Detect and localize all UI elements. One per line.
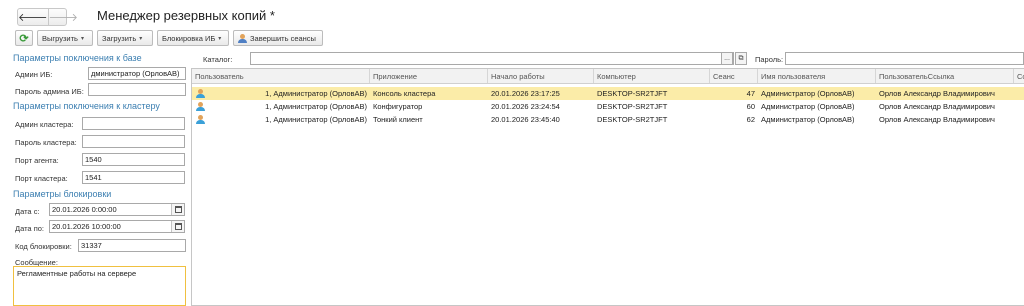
date-from-calendar-button[interactable] xyxy=(171,204,184,215)
users-icon xyxy=(238,33,247,43)
column-header-more[interactable]: Со xyxy=(1014,69,1024,83)
column-header-user-ref[interactable]: ПользовательСсылка xyxy=(876,69,1014,83)
right-panel: Каталог: ... ⧉ Пароль: Пользователь Прил… xyxy=(190,50,1024,306)
cell-session: 60 xyxy=(746,102,755,111)
toolbar: ⟳ Выгрузить ▾ Загрузить ▾ Блокировка ИБ … xyxy=(0,30,1024,48)
cell-user-ref: Орлов Александр Владимирович xyxy=(879,102,995,111)
date-to-calendar-button[interactable] xyxy=(171,221,184,232)
cell-user: 1, Администратор (ОрловАВ) xyxy=(265,89,367,98)
archive-password-label: Пароль: xyxy=(755,55,784,64)
message-textarea[interactable]: Регламентные работы на сервере xyxy=(13,266,186,306)
date-from-value: 20.01.2026 0:00:00 xyxy=(52,205,117,214)
cell-user-ref: Орлов Александр Владимирович xyxy=(879,115,995,124)
back-arrow-icon[interactable]: 🡐 xyxy=(18,9,49,25)
cluster-params-title: Параметры поключения к кластеру xyxy=(13,101,160,111)
end-sessions-label: Завершить сеансы xyxy=(250,33,316,43)
cell-user-ref: Орлов Александр Владимирович xyxy=(879,89,995,98)
catalog-select-button[interactable]: ... xyxy=(721,52,733,65)
cell-start: 20.01.2026 23:24:54 xyxy=(491,102,560,111)
db-password-label: Пароль админа ИБ: xyxy=(15,87,84,96)
date-to-label: Дата по: xyxy=(15,224,45,233)
cell-user: 1, Администратор (ОрловАВ) xyxy=(265,115,367,124)
end-sessions-button[interactable]: Завершить сеансы xyxy=(233,30,323,46)
left-panel: Параметры поключения к базе Админ ИБ: дм… xyxy=(0,50,190,306)
column-header-application[interactable]: Приложение xyxy=(370,69,488,83)
cell-computer: DESKTOP-SR2TJFT xyxy=(597,115,668,124)
date-from-label: Дата с: xyxy=(15,207,40,216)
cell-start: 20.01.2026 23:45:40 xyxy=(491,115,560,124)
cluster-password-label: Пароль кластера: xyxy=(15,138,77,147)
db-admin-label: Админ ИБ: xyxy=(15,70,53,79)
cell-user: 1, Администратор (ОрловАВ) xyxy=(265,102,367,111)
column-header-session[interactable]: Сеанс xyxy=(710,69,758,83)
sessions-table[interactable]: Пользователь Приложение Начало работы Ко… xyxy=(191,68,1024,306)
block-ib-label: Блокировка ИБ xyxy=(162,33,216,43)
export-label: Выгрузить xyxy=(42,33,78,43)
title-bar: 🡐 🡒 Менеджер резервных копий * xyxy=(0,0,1024,28)
db-password-input[interactable] xyxy=(88,83,186,96)
chevron-down-icon: ▾ xyxy=(139,35,143,42)
cluster-admin-input[interactable] xyxy=(82,117,185,130)
cell-computer: DESKTOP-SR2TJFT xyxy=(597,102,668,111)
export-button[interactable]: Выгрузить ▾ xyxy=(37,30,93,46)
db-admin-input[interactable]: дминистратор (ОрловАВ) xyxy=(88,67,186,80)
cluster-port-label: Порт кластера: xyxy=(15,174,68,183)
cell-username: Администратор (ОрловАВ) xyxy=(761,102,855,111)
forward-arrow-icon[interactable]: 🡒 xyxy=(49,9,79,25)
agent-port-label: Порт агента: xyxy=(15,156,59,165)
cell-application: Тонкий клиент xyxy=(373,115,423,124)
refresh-icon: ⟳ xyxy=(19,32,29,45)
cell-application: Консоль кластера xyxy=(373,89,436,98)
column-header-computer[interactable]: Компьютер xyxy=(594,69,710,83)
table-row[interactable]: 1, Администратор (ОрловАВ) Консоль класт… xyxy=(192,87,1024,100)
import-label: Загрузить xyxy=(102,33,137,43)
cell-start: 20.01.2026 23:17:25 xyxy=(491,89,560,98)
block-params-title: Параметры блокировки xyxy=(13,189,112,199)
cell-computer: DESKTOP-SR2TJFT xyxy=(597,89,668,98)
archive-password-input[interactable] xyxy=(785,52,1024,65)
column-header-start[interactable]: Начало работы xyxy=(488,69,594,83)
cell-username: Администратор (ОрловАВ) xyxy=(761,89,855,98)
cluster-password-input[interactable] xyxy=(82,135,185,148)
navigation-buttons: 🡐 🡒 xyxy=(17,8,78,26)
chevron-down-icon: ▾ xyxy=(80,35,84,42)
import-button[interactable]: Загрузить ▾ xyxy=(97,30,153,46)
refresh-button[interactable]: ⟳ xyxy=(15,30,33,46)
block-ib-button[interactable]: Блокировка ИБ ▾ xyxy=(157,30,229,46)
block-code-label: Код блокировки: xyxy=(15,242,72,251)
cell-application: Конфигуратор xyxy=(373,102,423,111)
table-row[interactable]: 1, Администратор (ОрловАВ) Конфигуратор … xyxy=(192,100,1024,113)
cell-session: 47 xyxy=(746,89,755,98)
cluster-port-input[interactable]: 1541 xyxy=(82,171,185,184)
table-header: Пользователь Приложение Начало работы Ко… xyxy=(192,69,1024,84)
agent-port-input[interactable]: 1540 xyxy=(82,153,185,166)
block-code-input[interactable]: 31337 xyxy=(78,239,186,252)
date-from-input[interactable]: 20.01.2026 0:00:00 xyxy=(49,203,185,216)
page-title: Менеджер резервных копий * xyxy=(97,8,275,23)
cell-username: Администратор (ОрловАВ) xyxy=(761,115,855,124)
cell-session: 62 xyxy=(746,115,755,124)
calendar-icon xyxy=(174,223,182,230)
table-row[interactable]: 1, Администратор (ОрловАВ) Тонкий клиент… xyxy=(192,113,1024,126)
copy-icon[interactable]: ⧉ xyxy=(735,52,747,65)
date-to-value: 20.01.2026 10:00:00 xyxy=(52,222,121,231)
catalog-input[interactable] xyxy=(250,52,734,65)
chevron-down-icon: ▾ xyxy=(218,35,222,42)
date-to-input[interactable]: 20.01.2026 10:00:00 xyxy=(49,220,185,233)
column-header-username[interactable]: Имя пользователя xyxy=(758,69,876,83)
column-header-user[interactable]: Пользователь xyxy=(192,69,370,83)
db-params-title: Параметры поключения к базе xyxy=(13,53,142,63)
catalog-label: Каталог: xyxy=(203,55,233,64)
calendar-icon xyxy=(174,206,182,213)
cluster-admin-label: Админ кластера: xyxy=(15,120,74,129)
